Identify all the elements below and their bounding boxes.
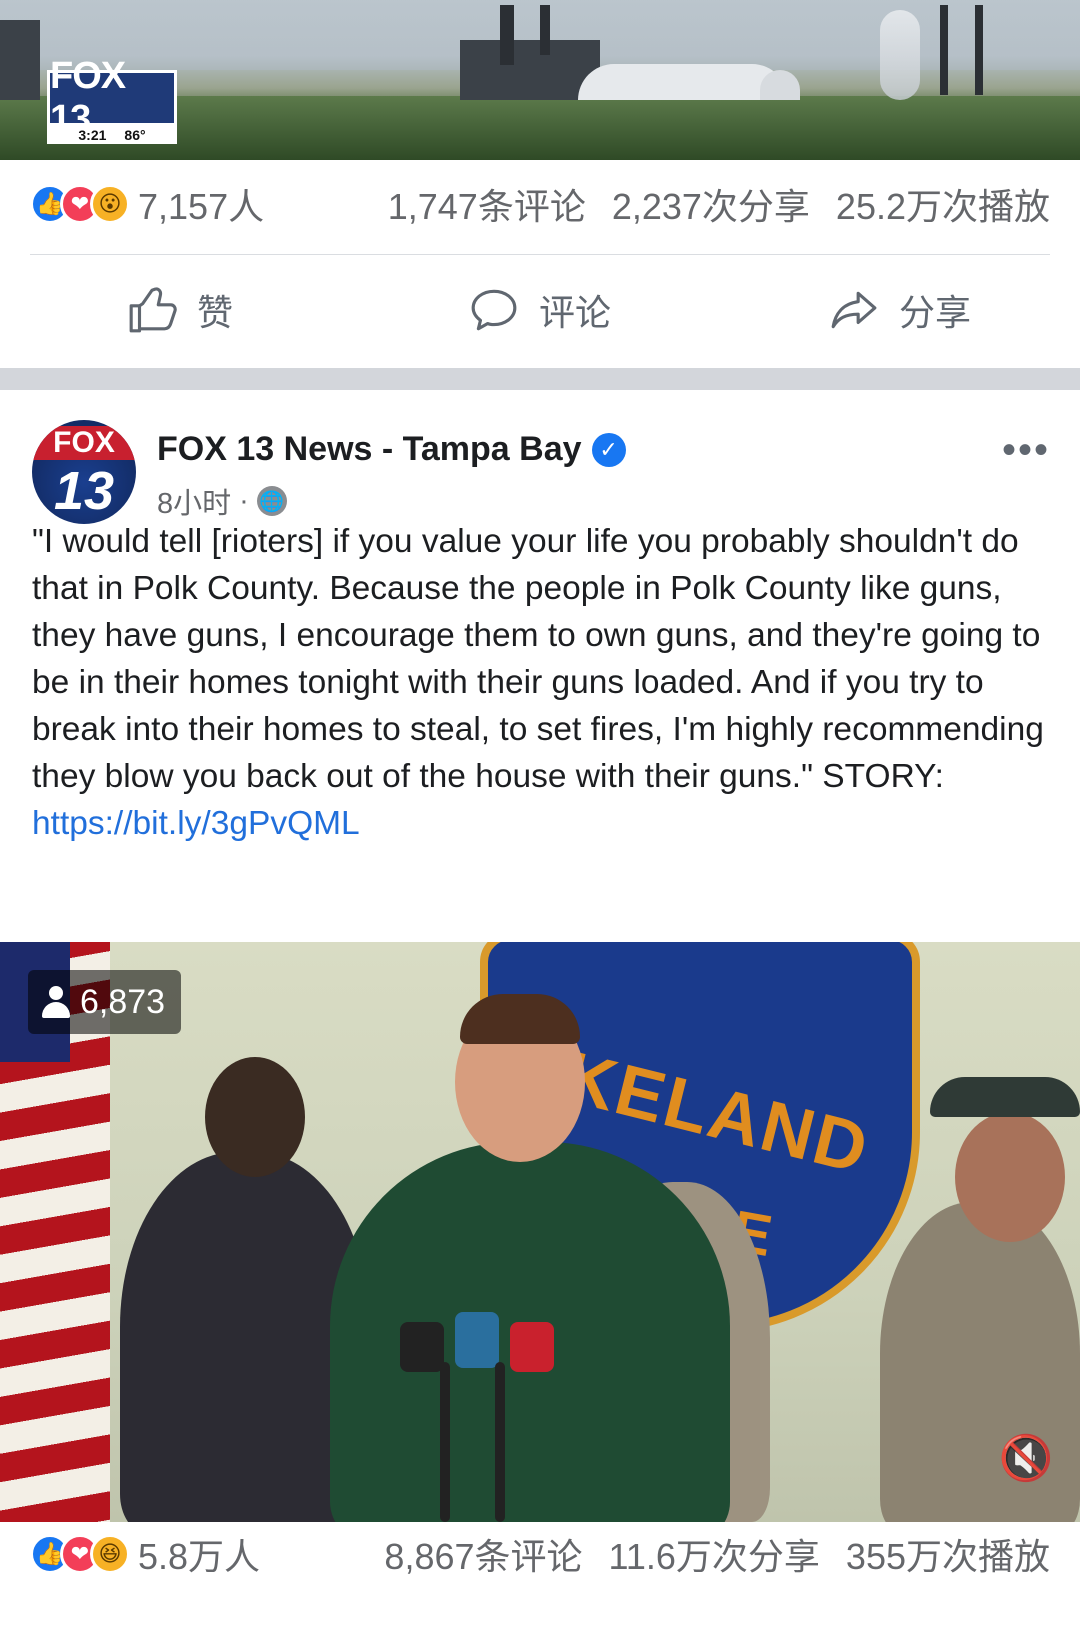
page-avatar[interactable]: FOX 13 <box>32 420 136 524</box>
comment-button[interactable]: 评论 <box>360 260 720 360</box>
action-bar: 赞 评论 分享 <box>0 260 1080 360</box>
avatar-logo-number: 13 <box>53 461 115 521</box>
feed-separator <box>0 368 1080 390</box>
like-button[interactable]: 赞 <box>0 260 360 360</box>
live-viewer-count: 6,873 <box>28 970 182 1034</box>
microphone <box>510 1322 554 1372</box>
tower <box>500 5 514 65</box>
muted-speaker-icon[interactable]: 🔇 <box>998 1430 1054 1486</box>
launch-structure <box>0 20 40 100</box>
comment-bubble-icon <box>471 289 517 331</box>
story-link[interactable]: https://bit.ly/3gPvQML <box>32 805 360 842</box>
page-name[interactable]: FOX 13 News - Tampa Bay <box>157 430 582 469</box>
share-count: 11.6万次分享 <box>608 1536 820 1577</box>
sheriff-hair <box>460 994 580 1044</box>
share-button[interactable]: 分享 <box>720 260 1080 360</box>
meta-separator: · <box>239 484 249 517</box>
reaction-count[interactable]: 7,157人 <box>138 178 264 230</box>
share-arrow-icon <box>831 291 877 329</box>
tower <box>940 5 948 95</box>
top-post-footer: 👍 ❤ 😮 7,157人 1,747条评论 2,237次分享 25.2万次播放 … <box>0 160 1080 368</box>
channel-time: 3:21 <box>78 127 107 143</box>
microphone <box>455 1312 499 1368</box>
reaction-icons[interactable]: 👍 ❤ 😮 <box>30 184 130 224</box>
viewer-count: 6,873 <box>80 982 166 1021</box>
engagement-stats: 👍 ❤ 😆 5.8万人 8,867条评论 11.6万次分享 355万次播放 <box>30 1526 1050 1582</box>
top-video-thumbnail[interactable]: FOX 13 3:21 86° <box>0 0 1080 160</box>
thumbs-up-icon <box>129 287 177 333</box>
globe-icon: 🌐 <box>256 486 287 516</box>
post-time[interactable]: 8小时 <box>157 480 231 522</box>
post-text: "I would tell [rioters] if you value you… <box>32 518 1050 847</box>
microphone <box>400 1322 444 1372</box>
wow-reaction-icon: 😮 <box>90 184 130 224</box>
mic-stand <box>440 1362 450 1522</box>
stats-right: 8,867条评论 11.6万次分享 355万次播放 <box>384 1528 1050 1580</box>
more-options-icon[interactable]: ••• <box>1002 430 1050 470</box>
tower <box>540 5 550 55</box>
tower <box>975 5 983 95</box>
engagement-stats: 👍 ❤ 😮 7,157人 1,747条评论 2,237次分享 25.2万次播放 <box>30 176 1050 232</box>
reaction-icons[interactable]: 👍 ❤ 😆 <box>30 1534 130 1574</box>
view-count: 25.2万次播放 <box>835 186 1050 227</box>
divider <box>30 254 1050 255</box>
channel-logo: FOX 13 <box>47 55 177 140</box>
trooper-hat <box>930 1077 1080 1117</box>
comment-count[interactable]: 8,867条评论 <box>384 1528 582 1580</box>
verified-badge-icon: ✓ <box>591 432 626 467</box>
comment-label: 评论 <box>538 292 611 333</box>
post-card: FOX 13 FOX 13 News - Tampa Bay ✓ 8小时 · 🌐… <box>0 390 1080 1648</box>
channel-temp: 86° <box>124 127 146 143</box>
stats-right: 1,747条评论 2,237次分享 25.2万次播放 <box>388 178 1050 230</box>
view-count: 355万次播放 <box>845 1536 1050 1577</box>
smoke-plume <box>880 10 920 100</box>
share-count: 2,237次分享 <box>611 186 810 227</box>
post-video[interactable]: KELAND LICE 6,873 🔇 <box>0 942 1080 1522</box>
like-label: 赞 <box>196 292 233 333</box>
post-meta: 8小时 · 🌐 <box>157 480 287 522</box>
avatar-logo-top: FOX <box>32 426 136 460</box>
trooper-right-head <box>955 1112 1065 1242</box>
comment-count[interactable]: 1,747条评论 <box>388 178 586 230</box>
hangar-dome <box>760 70 800 100</box>
mic-stand <box>495 1362 505 1522</box>
page-name-row: FOX 13 News - Tampa Bay ✓ <box>157 430 626 469</box>
haha-reaction-icon: 😆 <box>90 1534 130 1574</box>
channel-bug: FOX 13 3:21 86° <box>47 55 177 144</box>
person-left-head <box>205 1057 305 1177</box>
share-label: 分享 <box>898 292 971 333</box>
viewer-person-icon <box>42 986 70 1018</box>
post-body: "I would tell [rioters] if you value you… <box>32 523 1044 795</box>
hangar-dome <box>578 64 788 100</box>
reaction-count[interactable]: 5.8万人 <box>138 1528 260 1580</box>
